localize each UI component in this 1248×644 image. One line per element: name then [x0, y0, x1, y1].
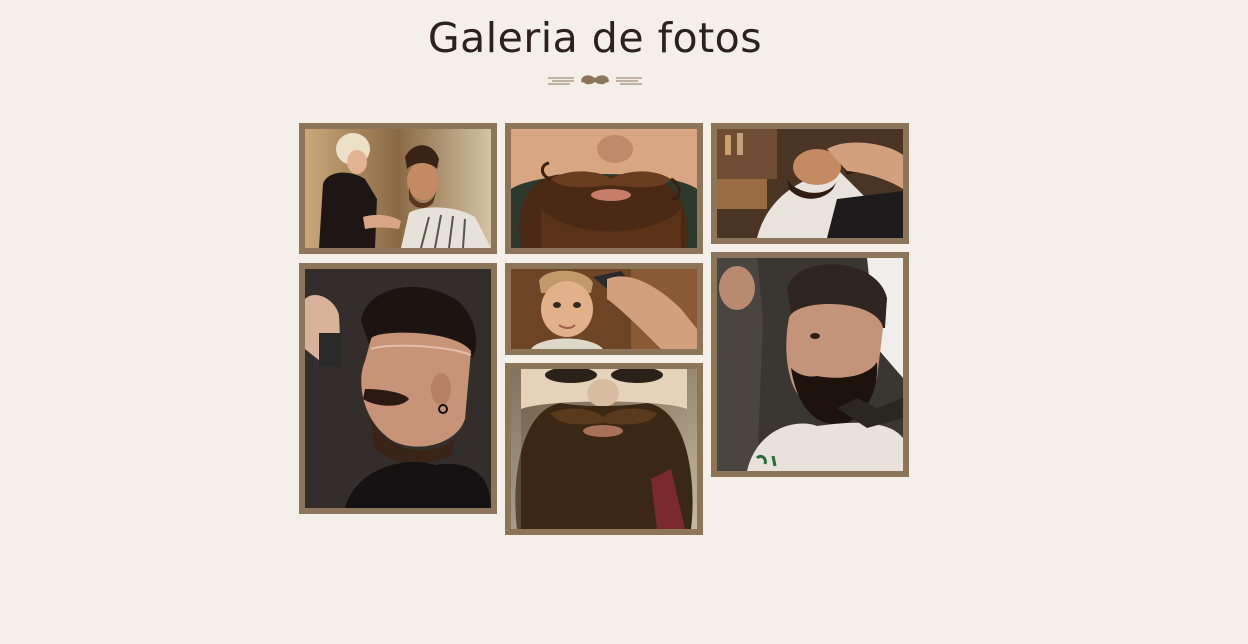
boy-haircut-image: [511, 269, 697, 349]
undercut-profile-image: [305, 269, 491, 508]
beard-sunglasses-image: [511, 369, 697, 529]
gallery-photo-boy-haircut[interactable]: [505, 263, 703, 355]
gallery-photo-curled-mustache[interactable]: [505, 123, 703, 254]
barber-trimming-image: [305, 129, 491, 248]
bearded-portrait-image: [717, 258, 903, 471]
mustache-icon: [548, 75, 642, 85]
page-title: Galeria de fotos: [427, 14, 763, 62]
gallery-photo-bearded-portrait[interactable]: [711, 252, 909, 477]
reclined-wash-image: [717, 129, 903, 238]
gallery-photo-reclined-wash[interactable]: [711, 123, 909, 244]
gallery-photo-barber-trimming[interactable]: [299, 123, 497, 254]
gallery-page: Galeria de fotos: [0, 0, 1248, 644]
gallery-photo-undercut-profile[interactable]: [299, 263, 497, 514]
curled-mustache-image: [511, 129, 697, 248]
gallery-photo-beard-sunglasses[interactable]: [505, 363, 703, 535]
